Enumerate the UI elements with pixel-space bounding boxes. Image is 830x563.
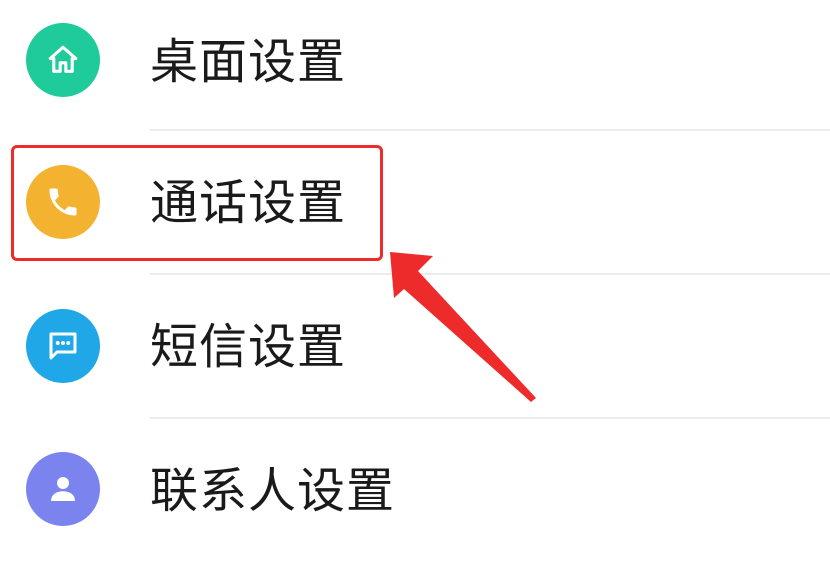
settings-item-label: 通话设置 [150,175,347,231]
settings-item-label: 桌面设置 [150,34,347,90]
settings-item-label: 联系人设置 [150,463,396,519]
settings-item-call[interactable]: 通话设置 [0,131,830,275]
home-icon [26,23,100,97]
settings-item-label: 短信设置 [150,319,347,375]
settings-list: 桌面设置 通话设置 短信设置 联系人设置 [0,0,830,526]
settings-item-contacts[interactable]: 联系人设置 [0,419,830,563]
phone-icon [26,165,100,239]
settings-item-desktop[interactable]: 桌面设置 [0,0,830,132]
message-icon [26,309,100,383]
settings-item-sms[interactable]: 短信设置 [0,275,830,419]
contact-icon [26,452,100,526]
